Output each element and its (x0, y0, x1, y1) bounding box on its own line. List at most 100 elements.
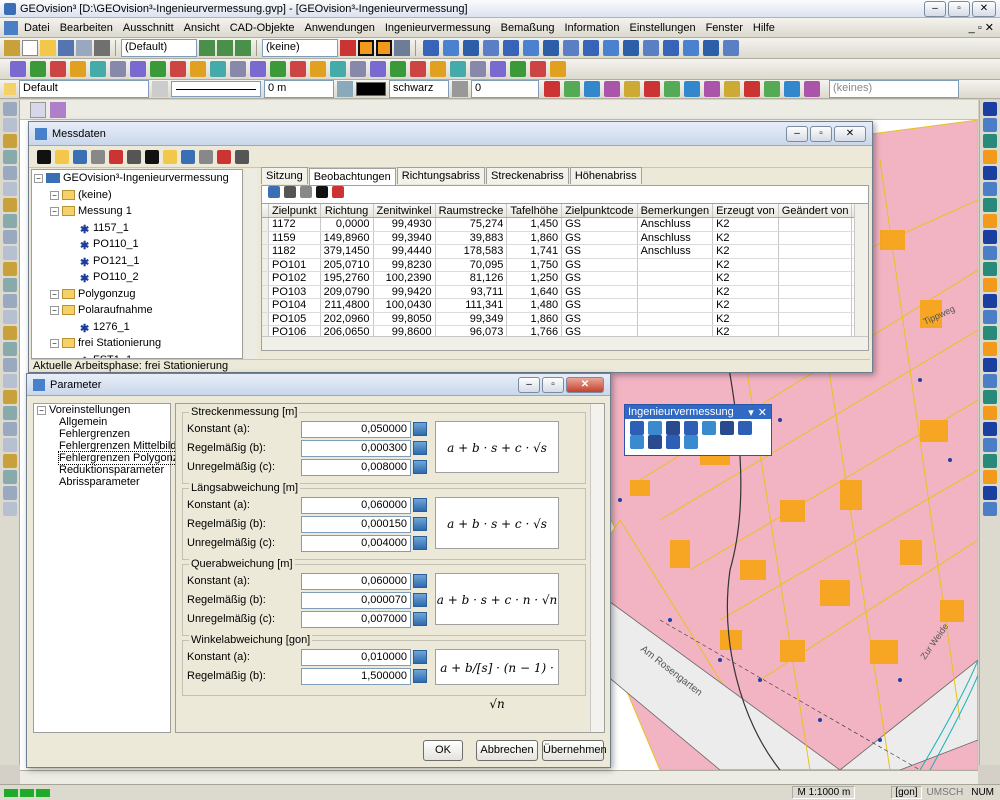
object-tool-7-icon[interactable] (684, 81, 700, 97)
table-cell[interactable]: 100,2390 (373, 271, 436, 286)
left-tool-9-icon[interactable] (2, 246, 17, 260)
grid-hscroll[interactable] (262, 336, 868, 350)
table-cell[interactable]: GS (561, 231, 638, 245)
new-file-icon[interactable] (22, 40, 38, 56)
snap-icon[interactable] (340, 40, 356, 56)
param-value-field[interactable]: 0,010000 (301, 649, 411, 666)
parameter-vscroll[interactable] (590, 404, 604, 732)
calculator-icon[interactable] (413, 460, 427, 474)
left-tool-4-icon[interactable] (2, 166, 17, 180)
column-header[interactable]: Richtung (320, 204, 374, 218)
color-combo[interactable]: schwarz (389, 80, 449, 98)
calculator-icon[interactable] (413, 612, 427, 626)
doc-icon[interactable] (4, 20, 18, 35)
table-cell[interactable]: GS (561, 298, 638, 313)
table-cell[interactable]: 211,4800 (320, 298, 374, 313)
draw-tool-13-icon[interactable] (270, 61, 286, 77)
table-cell[interactable]: K2 (712, 312, 779, 326)
messdaten-tool-8-icon[interactable] (181, 149, 195, 164)
tree-node[interactable]: ✱ 1276_1 (34, 319, 242, 336)
menu-item-7[interactable]: Bemaßung (501, 22, 555, 34)
messdaten-tool-10-icon[interactable] (217, 149, 231, 164)
table-cell[interactable]: Anschluss (637, 217, 714, 232)
draw-tool-26-icon[interactable] (530, 61, 546, 77)
draw-tool-9-icon[interactable] (190, 61, 206, 77)
left-tool-19-icon[interactable] (2, 406, 17, 420)
param-value-field[interactable]: 0,000300 (301, 440, 411, 457)
survey-tool-8-icon[interactable] (583, 40, 599, 56)
table-cell[interactable]: GS (561, 312, 638, 326)
draw-tool-12-icon[interactable] (250, 61, 266, 77)
messdaten-tool-11-icon[interactable] (235, 149, 249, 164)
left-tool-0-icon[interactable] (2, 102, 17, 116)
param-value-field[interactable]: 0,060000 (301, 497, 411, 514)
table-cell[interactable]: K2 (712, 231, 779, 245)
object-tool-4-icon[interactable] (624, 81, 640, 97)
ingenieur-menu-icon[interactable]: ▾ (748, 406, 754, 419)
tree-node[interactable]: − (keine) (34, 187, 242, 204)
object-tool-11-icon[interactable] (764, 81, 780, 97)
draw-tool-2-icon[interactable] (50, 61, 66, 77)
column-header[interactable]: Tafelhöhe (506, 204, 563, 218)
app-close-button[interactable]: ✕ (972, 0, 996, 17)
table-row[interactable]: 1172 0,0000 99,4930 75,274 1,450 GS Anschluss K… (262, 217, 868, 232)
table-cell[interactable] (637, 271, 714, 286)
table-cell[interactable]: 1172 (268, 217, 321, 232)
right-tool-24-icon[interactable] (983, 486, 997, 500)
expand-icon[interactable]: − (50, 306, 59, 315)
tree-node[interactable]: − GEOvision³-Ingenieurvermessung (34, 170, 242, 187)
survey-tool-14-icon[interactable] (703, 40, 719, 56)
column-header[interactable]: Erzeugt von (712, 204, 779, 218)
menu-item-8[interactable]: Information (564, 22, 619, 34)
parameter-maximize[interactable]: ▫ (542, 376, 564, 393)
messdaten-tool-6-icon[interactable] (145, 149, 159, 164)
lineweight-icon[interactable] (452, 81, 468, 97)
status-scale[interactable]: M 1:1000 m (792, 786, 856, 799)
draw-tool-7-icon[interactable] (150, 61, 166, 77)
expand-icon[interactable]: − (50, 190, 59, 200)
draw-tool-3-icon[interactable] (70, 61, 86, 77)
survey-tool-5-icon[interactable] (523, 40, 539, 56)
tree-node[interactable]: − Messung 1 (34, 203, 242, 220)
tree-node[interactable]: ✱ PO110_2 (34, 269, 242, 286)
table-cell[interactable]: 0,0000 (320, 217, 374, 232)
grid-tool-2-icon[interactable] (300, 186, 312, 199)
tree-node[interactable]: ✱ PO121_1 (34, 253, 242, 270)
right-tool-19-icon[interactable] (983, 406, 997, 420)
table-row[interactable]: PO104211,4800100,0430111,3411,480GSK203.… (262, 298, 868, 313)
menu-item-5[interactable]: Anwendungen (305, 22, 375, 34)
right-tool-21-icon[interactable] (983, 438, 997, 452)
draw-tool-14-icon[interactable] (290, 61, 306, 77)
table-cell[interactable]: PO104 (268, 298, 321, 313)
ingenieur-tool-9-icon[interactable] (666, 435, 680, 449)
column-header[interactable]: Bemerkungen (637, 204, 714, 218)
table-row[interactable]: PO105202,096099,805099,3491,860GSK203.09… (262, 312, 868, 326)
tab-1[interactable]: Beobachtungen (308, 168, 396, 185)
table-cell[interactable]: 1159 (268, 231, 321, 245)
table-cell[interactable]: K2 (712, 217, 779, 232)
table-row[interactable]: PO101205,071099,823070,0951,750GSK203.09… (262, 258, 868, 272)
expand-icon[interactable]: − (34, 174, 43, 183)
column-header[interactable]: Geändert von (778, 204, 853, 218)
draw-tool-18-icon[interactable] (370, 61, 386, 77)
left-tool-25-icon[interactable] (2, 502, 17, 516)
right-tool-12-icon[interactable] (983, 294, 997, 308)
menu-item-9[interactable]: Einstellungen (630, 22, 696, 34)
calculator-icon[interactable] (413, 498, 427, 512)
param-tree-node[interactable]: Fehlergrenzen (37, 428, 170, 440)
left-tool-20-icon[interactable] (2, 422, 17, 436)
mdi-controls[interactable]: _ ▫ ✕ (969, 21, 994, 34)
left-tool-6-icon[interactable] (2, 198, 17, 212)
draw-tool-4-icon[interactable] (90, 61, 106, 77)
survey-tool-7-icon[interactable] (563, 40, 579, 56)
table-cell[interactable] (778, 217, 853, 232)
right-tool-8-icon[interactable] (983, 230, 997, 244)
table-cell[interactable]: PO102 (268, 271, 321, 286)
expand-icon[interactable]: − (50, 339, 59, 348)
calculator-icon[interactable] (413, 650, 427, 664)
right-tool-11-icon[interactable] (983, 278, 997, 292)
messdaten-maximize[interactable]: ▫ (810, 125, 832, 142)
draw-tool-5-icon[interactable] (110, 61, 126, 77)
grid-tool-1-icon[interactable] (284, 186, 296, 199)
expand-icon[interactable]: − (50, 207, 59, 216)
